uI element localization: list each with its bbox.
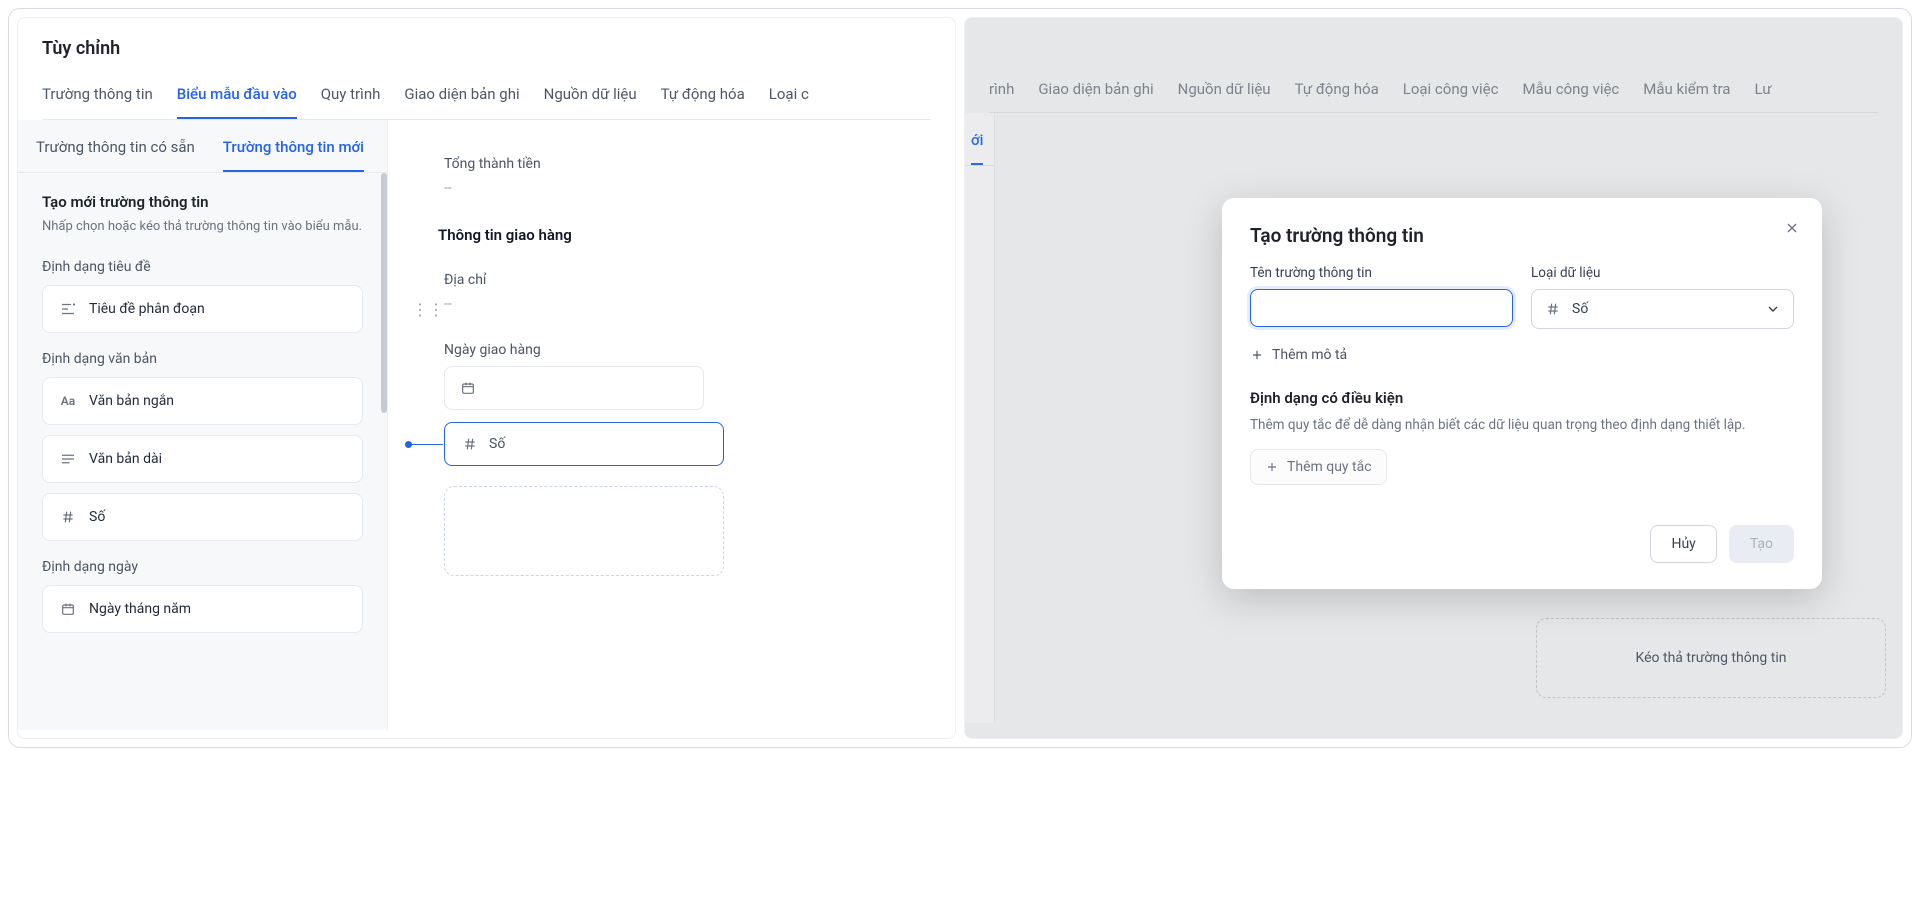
subtab-existing-fields[interactable]: Trường thông tin có sẵn bbox=[36, 120, 195, 172]
form-section-title: Thông tin giao hàng bbox=[438, 226, 955, 244]
create-field-desc: Nhấp chọn hoặc kéo thả trường thông tin … bbox=[42, 217, 363, 237]
drop-insert-number[interactable]: Số bbox=[444, 422, 724, 466]
field-type-section-title[interactable]: Tiêu đề phân đoạn bbox=[42, 285, 363, 333]
tab-automation[interactable]: Tự động hóa bbox=[661, 75, 745, 119]
tab-input-forms[interactable]: Biểu mẫu đầu vào bbox=[177, 75, 297, 119]
hash-icon bbox=[1544, 300, 1562, 318]
conditional-format-desc: Thêm quy tắc để dễ dàng nhận biết các dữ… bbox=[1250, 415, 1794, 435]
group-heading-label: Định dạng tiêu đề bbox=[42, 259, 363, 275]
tab-data-source-r[interactable]: Nguồn dữ liệu bbox=[1178, 70, 1271, 112]
insert-indicator-line bbox=[409, 444, 443, 445]
create-field-modal: Tạo trường thông tin Tên trường thông ti… bbox=[1222, 198, 1822, 589]
main-tabs-right: rình Giao diện bản ghi Nguồn dữ liệu Tự … bbox=[989, 70, 1878, 113]
tab-process[interactable]: Quy trình bbox=[321, 75, 381, 119]
tab-check-template-r[interactable]: Mẫu kiểm tra bbox=[1643, 70, 1730, 112]
tab-job-type[interactable]: Loại c bbox=[769, 75, 809, 119]
page-title: Tùy chỉnh bbox=[42, 38, 931, 59]
group-date-label: Định dạng ngày bbox=[42, 559, 363, 575]
field-name-input[interactable] bbox=[1250, 289, 1513, 327]
drag-handle-icon[interactable]: ⋮⋮ bbox=[412, 300, 444, 319]
drop-placeholder-right[interactable]: Kéo thả trường thông tin bbox=[1536, 618, 1886, 698]
text-icon: Aa bbox=[59, 392, 77, 410]
field-type-value: Số bbox=[1572, 301, 1588, 317]
drop-placeholder[interactable] bbox=[444, 486, 724, 576]
subtab-new-fields-r[interactable]: ới bbox=[971, 113, 983, 165]
field-type-number[interactable]: Số bbox=[42, 493, 363, 541]
field-type-date[interactable]: Ngày tháng năm bbox=[42, 585, 363, 633]
tab-fields[interactable]: Trường thông tin bbox=[42, 75, 153, 119]
conditional-format-title: Định dạng có điều kiện bbox=[1250, 389, 1794, 407]
tab-process-r[interactable]: rình bbox=[989, 70, 1014, 112]
cancel-button[interactable]: Hủy bbox=[1650, 525, 1716, 563]
right-pane: rình Giao diện bản ghi Nguồn dữ liệu Tự … bbox=[964, 17, 1903, 739]
field-type-short-text[interactable]: Aa Văn bản ngắn bbox=[42, 377, 363, 425]
tab-record-ui[interactable]: Giao diện bản ghi bbox=[404, 75, 519, 119]
add-rule-label: Thêm quy tắc bbox=[1287, 459, 1372, 475]
subtab-new-fields[interactable]: Trường thông tin mới bbox=[223, 120, 364, 172]
tab-record-ui-r[interactable]: Giao diện bản ghi bbox=[1038, 70, 1153, 112]
modal-title: Tạo trường thông tin bbox=[1250, 224, 1794, 247]
drop-insert-label: Số bbox=[489, 436, 505, 452]
form-date-input[interactable] bbox=[444, 366, 704, 410]
field-type-label: Văn bản ngắn bbox=[89, 393, 174, 409]
section-icon bbox=[59, 300, 77, 318]
field-type-label: Văn bản dài bbox=[89, 451, 162, 467]
field-type-long-text[interactable]: Văn bản dài bbox=[42, 435, 363, 483]
create-button[interactable]: Tạo bbox=[1729, 525, 1794, 563]
calendar-icon bbox=[459, 379, 477, 397]
add-description-label: Thêm mô tả bbox=[1272, 347, 1347, 363]
fields-sidebar: Trường thông tin có sẵn Trường thông tin… bbox=[18, 120, 388, 730]
left-pane: Tùy chỉnh Trường thông tin Biểu mẫu đầu … bbox=[17, 17, 956, 739]
calendar-icon bbox=[59, 600, 77, 618]
form-address-value: -- bbox=[444, 296, 955, 312]
field-type-label: Loại dữ liệu bbox=[1531, 265, 1794, 281]
field-type-select[interactable]: Số bbox=[1531, 289, 1794, 329]
plus-icon bbox=[1250, 348, 1264, 362]
add-rule-button[interactable]: Thêm quy tắc bbox=[1250, 449, 1387, 485]
tab-more-r[interactable]: Lư bbox=[1754, 70, 1771, 112]
form-date-label: Ngày giao hàng bbox=[444, 342, 955, 358]
form-total-label: Tổng thành tiền bbox=[444, 156, 955, 172]
form-address-label: Địa chỉ bbox=[444, 272, 955, 288]
hash-icon bbox=[461, 435, 479, 453]
group-text-label: Định dạng văn bản bbox=[42, 351, 363, 367]
field-type-label: Tiêu đề phân đoạn bbox=[89, 301, 205, 317]
tab-automation-r[interactable]: Tự động hóa bbox=[1295, 70, 1379, 112]
form-canvas: Tổng thành tiền -- Thông tin giao hàng Đ… bbox=[388, 120, 955, 730]
close-button[interactable] bbox=[1780, 216, 1804, 240]
long-text-icon bbox=[59, 450, 77, 468]
tab-job-template-r[interactable]: Mẫu công việc bbox=[1522, 70, 1619, 112]
field-type-label: Ngày tháng năm bbox=[89, 601, 191, 617]
plus-icon bbox=[1265, 460, 1279, 474]
drop-placeholder-text: Kéo thả trường thông tin bbox=[1636, 650, 1787, 666]
create-field-title: Tạo mới trường thông tin bbox=[42, 193, 363, 211]
field-name-label: Tên trường thông tin bbox=[1250, 265, 1513, 281]
form-total-value: -- bbox=[444, 180, 955, 196]
field-type-label: Số bbox=[89, 509, 105, 525]
add-description-button[interactable]: Thêm mô tả bbox=[1250, 343, 1347, 367]
tab-data-source[interactable]: Nguồn dữ liệu bbox=[544, 75, 637, 119]
sidebar-subtabs: Trường thông tin có sẵn Trường thông tin… bbox=[18, 120, 387, 173]
main-tabs: Trường thông tin Biểu mẫu đầu vào Quy tr… bbox=[42, 75, 931, 120]
scrollbar[interactable] bbox=[381, 173, 387, 413]
hash-icon bbox=[59, 508, 77, 526]
tab-job-type-r[interactable]: Loại công việc bbox=[1403, 70, 1499, 112]
chevron-down-icon bbox=[1765, 301, 1781, 317]
